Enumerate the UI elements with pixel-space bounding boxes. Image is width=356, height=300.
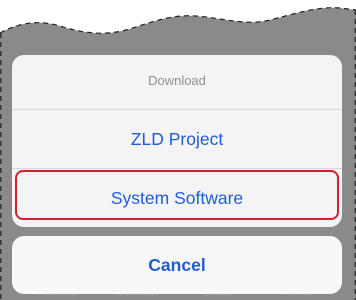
action-sheet: Download ZLD Project System Software <box>12 55 342 227</box>
cancel-button[interactable]: Cancel <box>12 236 342 294</box>
zld-project-option[interactable]: ZLD Project <box>12 109 342 168</box>
system-software-option[interactable]: System Software <box>12 168 342 227</box>
screenshot-stage: Run/Stop Download Upload Format Download… <box>0 0 356 300</box>
action-sheet-title: Download <box>148 73 206 88</box>
